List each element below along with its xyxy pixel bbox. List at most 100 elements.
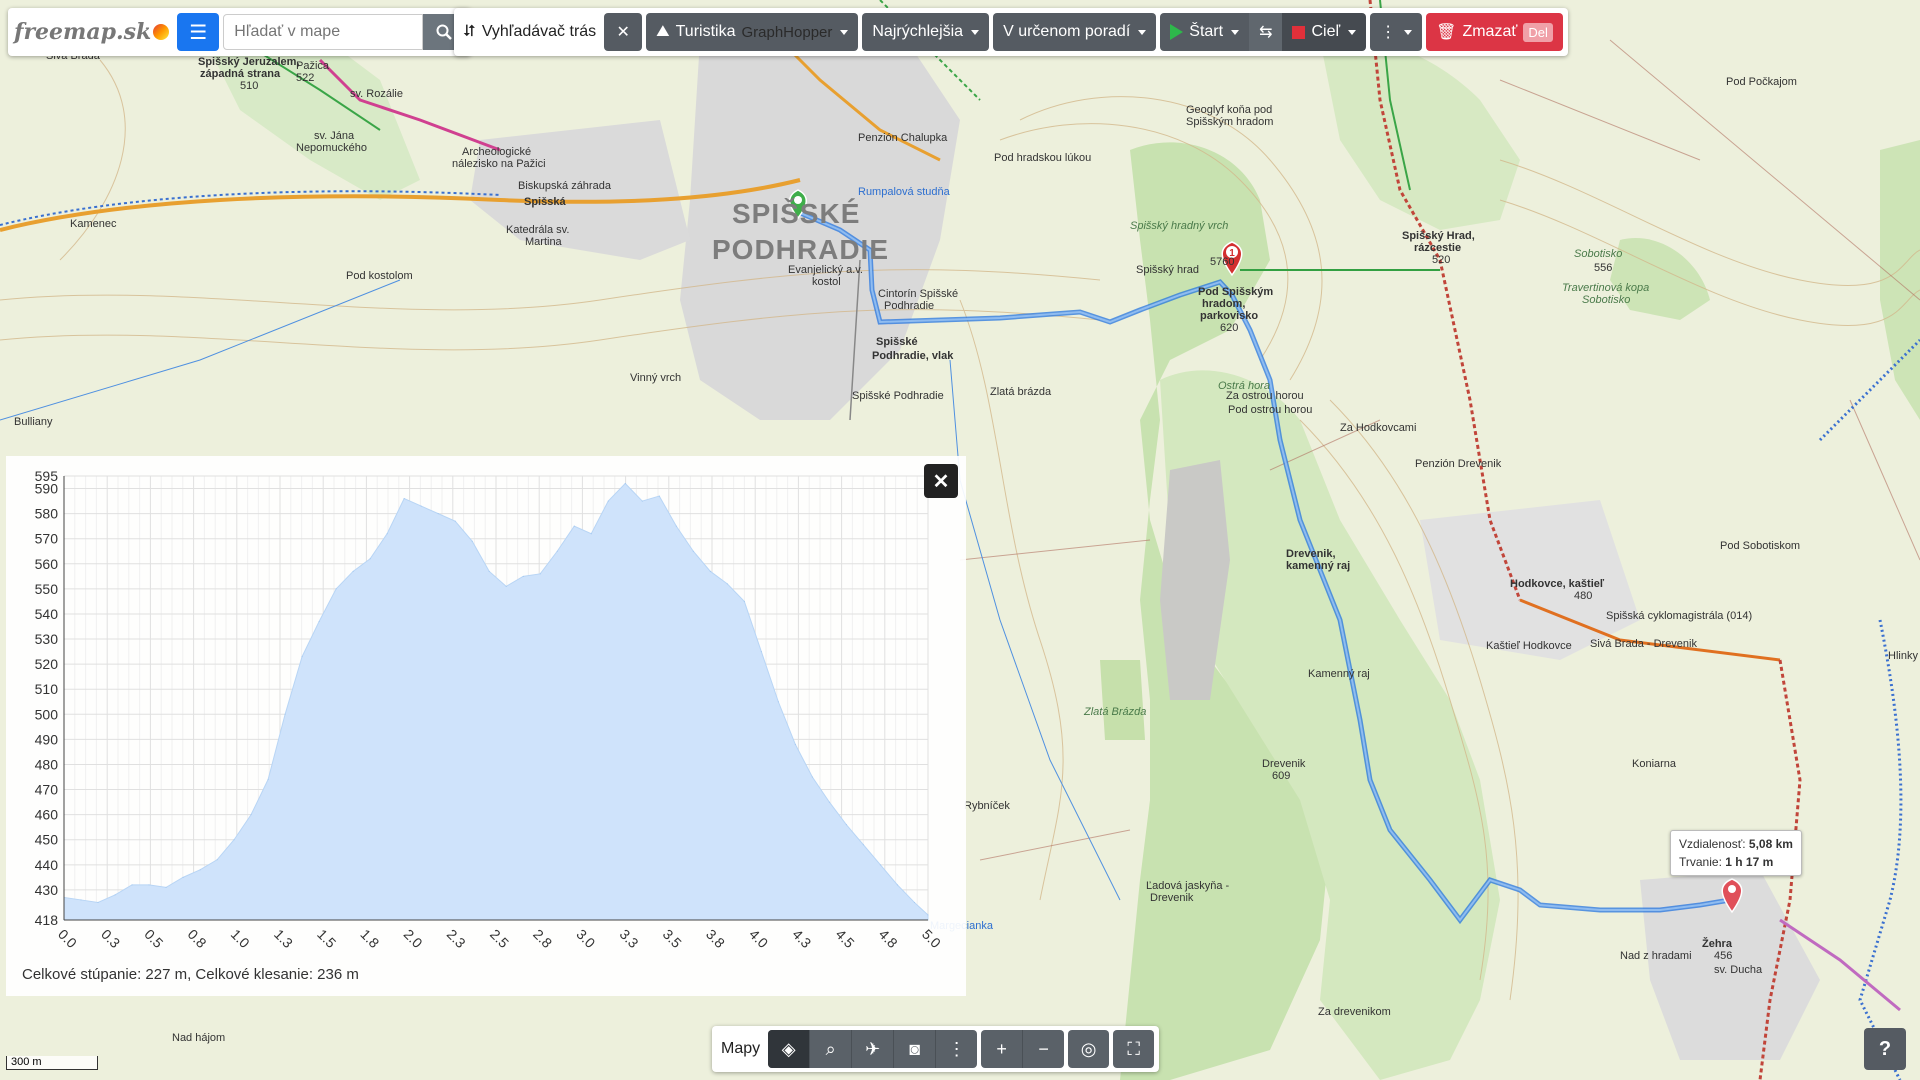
map-label: Spišská cyklomagistrála (014) xyxy=(1606,610,1753,622)
y-tick-label: 520 xyxy=(35,656,59,672)
transport-mode-dropdown[interactable]: ⛰ Turistika GraphHopper xyxy=(646,13,859,51)
map-label: Pod hradskou lúkou xyxy=(994,152,1092,164)
duration-value: 1 h 17 m xyxy=(1725,855,1774,869)
menu-button[interactable]: ☰ xyxy=(177,13,220,51)
start-dropdown[interactable]: Štart xyxy=(1160,13,1250,51)
elevation-point xyxy=(675,525,677,527)
x-tick-label: 2.5 xyxy=(487,926,512,951)
x-tick-label: 0.5 xyxy=(141,926,166,951)
map-label: Kaštieľ Hodkovce xyxy=(1486,640,1572,652)
map-label: 620 xyxy=(1220,322,1239,334)
fullscreen-icon: ⛶ xyxy=(1127,1038,1140,1059)
map-label: rázcestie xyxy=(1414,242,1462,254)
caret-down-icon xyxy=(1348,29,1357,35)
close-route-planner-button[interactable]: ✕ xyxy=(604,13,643,51)
app-logo[interactable]: freemap.sk xyxy=(14,19,170,45)
y-tick-label: 540 xyxy=(35,606,59,622)
elevation-chart-panel: 0.0 0.3 0.5 0.8 1.0 1.3 1.5 1.8 2.0 2.3 2.5 2.8 3.0 3… xyxy=(6,456,966,996)
help-button[interactable]: ? xyxy=(1864,1028,1906,1070)
y-tick-label: 580 xyxy=(35,506,59,522)
camera-icon: ◙ xyxy=(909,1038,921,1059)
elevation-point xyxy=(624,483,626,485)
y-tick-label: 510 xyxy=(35,681,59,697)
map-label: 5760 xyxy=(1210,256,1235,268)
elevation-point xyxy=(607,500,609,502)
zoom-out-button[interactable]: − xyxy=(1023,1030,1064,1068)
y-tick-label: 480 xyxy=(35,756,59,772)
map-label: 522 xyxy=(296,72,315,84)
airplane-icon: ✈ xyxy=(865,1038,881,1059)
finish-dropdown[interactable]: Cieľ xyxy=(1282,13,1367,51)
map-label: Hodkovce, kaštieľ xyxy=(1510,578,1605,590)
y-tick-label: 530 xyxy=(35,631,59,647)
map-label: Zlatá brázda xyxy=(990,386,1052,398)
photo-button[interactable]: ◙ xyxy=(894,1030,937,1068)
x-tick-label: 2.8 xyxy=(530,926,555,951)
map-label: Podhradie xyxy=(884,300,935,312)
elevation-point xyxy=(488,570,490,572)
elevation-point xyxy=(913,901,915,903)
more-tools-button[interactable]: ⋮ xyxy=(936,1030,977,1068)
zoom-group: + − xyxy=(981,1030,1065,1068)
search-map-button[interactable]: ⌕ xyxy=(810,1030,853,1068)
caret-down-icon xyxy=(1404,29,1413,35)
elevation-chart: 0.0 0.3 0.5 0.8 1.0 1.3 1.5 1.8 2.0 2.3 2.5 2.8 3.0 3… xyxy=(35,468,945,951)
y-tick-label: 440 xyxy=(35,857,59,873)
map-layers-button[interactable]: ◈ xyxy=(768,1030,811,1068)
map-label: Spišské xyxy=(876,336,918,348)
map-label: Pod Spišským xyxy=(1198,286,1274,298)
tools-group: ◈ ⌕ ✈ ◙ ⋮ xyxy=(768,1030,978,1068)
map-label: hradom, xyxy=(1202,298,1246,310)
elevation-point xyxy=(896,884,898,886)
plus-icon: + xyxy=(996,1038,1007,1059)
map-label: Za ostrou horou xyxy=(1226,390,1304,402)
close-elevation-chart-button[interactable]: ✕ xyxy=(924,464,958,498)
weighting-dropdown[interactable]: Najrýchlejšia xyxy=(862,13,990,51)
elevation-point xyxy=(233,839,235,841)
zoom-in-button[interactable]: + xyxy=(981,1030,1024,1068)
map-label: Ľadová jaskyňa - xyxy=(1146,880,1230,892)
start-finish-group: Štart ⇆ Cieľ xyxy=(1160,13,1367,51)
y-tick-label: 490 xyxy=(35,731,59,747)
help-icon: ? xyxy=(1878,1037,1892,1060)
distance-value: 5,08 km xyxy=(1748,837,1793,851)
elevation-point xyxy=(726,583,728,585)
map-label: Podhradie, vlak xyxy=(872,350,954,362)
caret-down-icon xyxy=(971,29,980,35)
y-tick-label: 500 xyxy=(35,706,59,722)
map-label: Spišský hrad xyxy=(1136,264,1199,276)
map-label: Penzión Chalupka xyxy=(858,132,948,144)
ordering-dropdown[interactable]: V určenom poradí xyxy=(993,13,1157,51)
signpost-icon: ⮃ xyxy=(463,23,476,40)
elevation-point xyxy=(658,495,660,497)
map-label: 456 xyxy=(1714,950,1733,962)
map-label: Kamenec xyxy=(70,218,117,230)
flight-button[interactable]: ✈ xyxy=(852,1030,895,1068)
map-label: Nepomuckého xyxy=(296,142,367,154)
y-tick-label: 430 xyxy=(35,882,59,898)
locate-button[interactable]: ◎ xyxy=(1068,1030,1109,1068)
map-label: Pod Počkajom xyxy=(1726,76,1797,88)
map-label: Pod kostolom xyxy=(346,270,413,282)
x-tick-label: 1.5 xyxy=(314,926,339,951)
map-label: Katedrála sv. xyxy=(506,224,570,236)
elevation-point xyxy=(148,884,150,886)
map-label: Evanjelický a.v. xyxy=(788,264,863,276)
map-label: Koniarna xyxy=(1632,758,1677,770)
search-input[interactable] xyxy=(223,14,424,50)
map-label: Žehra xyxy=(1702,938,1732,950)
map-label: Rybníček xyxy=(964,800,1010,812)
x-tick-label: 4.8 xyxy=(876,926,901,951)
map-label: Archeologické xyxy=(462,146,532,158)
crosshair-icon: ◎ xyxy=(1080,1038,1097,1059)
fullscreen-button[interactable]: ⛶ xyxy=(1113,1030,1154,1068)
map-label: západná strana xyxy=(200,68,281,80)
x-tick-label: 0.8 xyxy=(185,926,210,951)
swap-button[interactable]: ⇆ xyxy=(1249,13,1283,51)
more-options-dropdown[interactable]: ⋮ xyxy=(1370,13,1423,51)
trash-icon: 🗑 xyxy=(1436,24,1457,41)
delete-route-button[interactable]: 🗑 Zmazať Del xyxy=(1426,13,1563,51)
map-label: Za Hodkovcami xyxy=(1340,422,1417,434)
elevation-point xyxy=(862,844,864,846)
map-label: Nad z hradami xyxy=(1620,950,1692,962)
